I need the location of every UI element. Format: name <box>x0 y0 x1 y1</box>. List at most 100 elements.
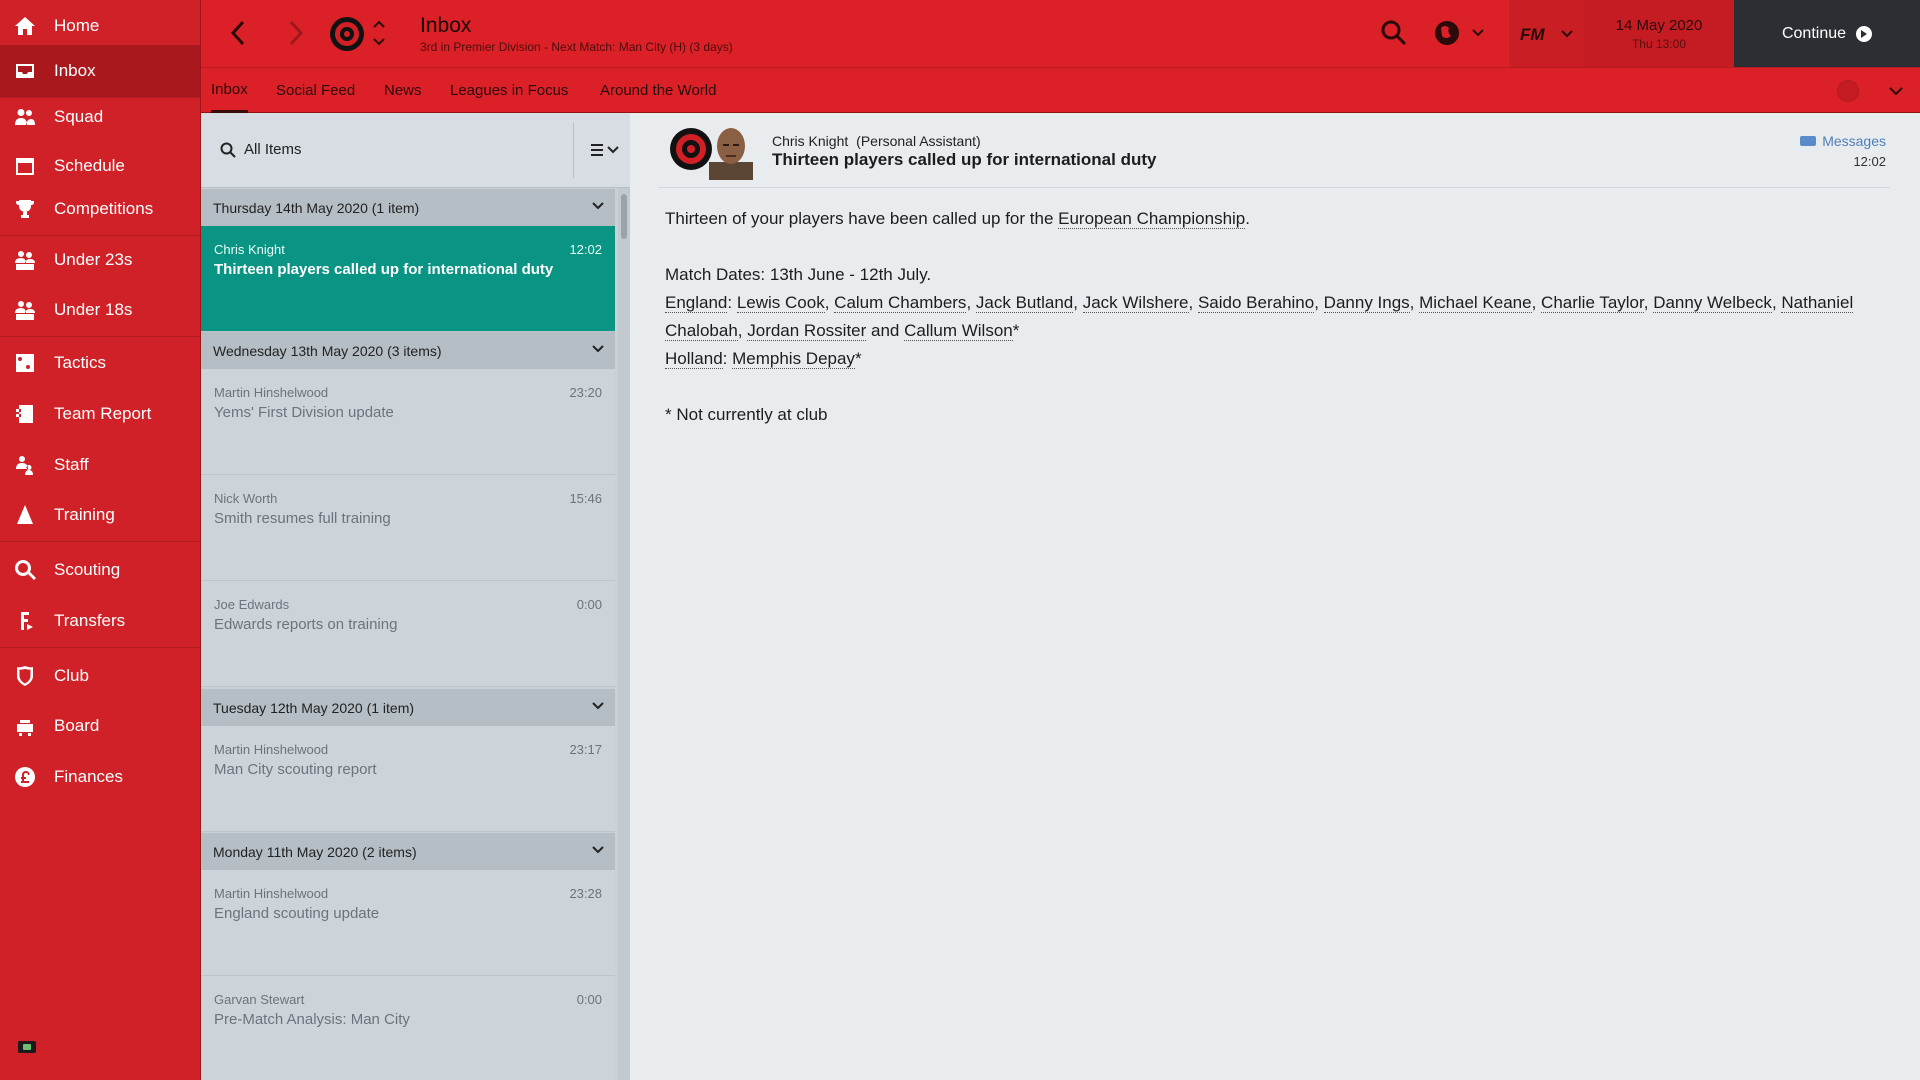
england-callups: England: Lewis Cook, Calum Chambers, Jac… <box>665 293 1854 341</box>
player-link[interactable]: Jordan Rossiter <box>747 321 867 341</box>
chevron-down-icon[interactable] <box>591 845 605 855</box>
nation-link[interactable]: England <box>665 293 728 313</box>
tag-icon <box>1800 136 1817 146</box>
date-group-header[interactable]: Wednesday 13th May 2020 (3 items) <box>201 332 615 369</box>
player-link[interactable]: Danny Welbeck <box>1653 293 1772 313</box>
sidebar-item-label: Under 18s <box>54 300 133 319</box>
expand-chevron-icon[interactable] <box>1887 82 1907 102</box>
footnote: * Not currently at club <box>665 405 828 424</box>
message-sender[interactable]: Chris Knight (Personal Assistant) <box>772 133 981 149</box>
player-link[interactable]: Danny Ings <box>1323 293 1410 313</box>
sidebar-item-tactics[interactable]: Tactics <box>0 337 200 389</box>
fm-menu-button[interactable]: FM <box>1509 0 1591 67</box>
player-link[interactable]: Saido Berahino <box>1197 293 1315 313</box>
player-link[interactable]: Charlie Taylor <box>1541 293 1644 313</box>
report-icon <box>12 401 38 427</box>
message-list-item[interactable]: Chris Knight 12:02 Thirteen players call… <box>201 226 615 332</box>
chevron-down-icon[interactable] <box>591 344 605 354</box>
home-icon <box>12 13 38 39</box>
sender-name[interactable]: Chris Knight <box>772 133 848 149</box>
player-link[interactable]: Jack Butland <box>975 293 1074 313</box>
message-list-item[interactable]: Martin Hinshelwood 23:20 Yems' First Div… <box>201 369 615 475</box>
staff-icon <box>12 452 38 478</box>
sidebar-item-under-23s[interactable]: Under 23s <box>0 234 200 286</box>
body-intro: Thirteen of your players have been calle… <box>665 209 1250 229</box>
forward-button[interactable] <box>281 18 311 48</box>
sidebar-item-scouting[interactable]: Scouting <box>0 544 200 596</box>
filter-label[interactable]: All Items <box>244 141 302 158</box>
tab-social-feed[interactable]: Social Feed <box>276 68 355 113</box>
sidebar-item-training[interactable]: Training <box>0 489 200 541</box>
sender-role: (Personal Assistant) <box>856 133 981 149</box>
message-list-item[interactable]: Martin Hinshelwood 23:17 Man City scouti… <box>201 726 615 832</box>
list-options-icon[interactable] <box>589 141 623 159</box>
training-icon <box>12 502 38 528</box>
scrollbar-thumb[interactable] <box>621 194 627 239</box>
date-group-header[interactable]: Thursday 14th May 2020 (1 item) <box>201 189 615 226</box>
continue-button[interactable]: Continue <box>1734 0 1920 67</box>
sidebar-item-label: Training <box>54 505 115 524</box>
player-link[interactable]: Michael Keane <box>1419 293 1532 313</box>
continue-label: Continue <box>1781 24 1847 42</box>
sidebar-item-club[interactable]: Club <box>0 650 200 702</box>
nation-link[interactable]: Holland <box>665 349 723 369</box>
chevron-down-icon[interactable] <box>591 701 605 711</box>
sidebar-item-label: Home <box>54 16 100 35</box>
message-list-item[interactable]: Nick Worth 15:46 Smith resumes full trai… <box>201 475 615 581</box>
sidebar-item-inbox[interactable]: Inbox <box>0 45 200 97</box>
sidebar-item-label: Team Report <box>54 404 152 423</box>
sidebar-item-finances[interactable]: Finances <box>0 751 200 803</box>
player-link[interactable]: Jack Wilshere <box>1082 293 1189 313</box>
club-switch-chevrons-icon[interactable] <box>371 16 387 50</box>
player-link[interactable]: Calum Chambers <box>834 293 967 313</box>
search-icon[interactable] <box>220 142 236 158</box>
tab-leagues-in-focus[interactable]: Leagues in Focus <box>450 68 568 113</box>
club-shield-icon <box>12 663 38 689</box>
continue-arrow-icon <box>1856 25 1873 42</box>
search-icon[interactable] <box>1379 18 1409 48</box>
date-group-header[interactable]: Monday 11th May 2020 (2 items) <box>201 833 615 870</box>
sender-photo <box>709 122 753 180</box>
sidebar-item-label: Inbox <box>54 61 96 80</box>
date-group-header[interactable]: Tuesday 12th May 2020 (1 item) <box>201 689 615 726</box>
player-link[interactable]: Callum Wilson <box>904 321 1013 341</box>
sidebar-item-label: Under 23s <box>54 250 133 269</box>
sidebar-item-competitions[interactable]: Competitions <box>0 183 200 235</box>
sidebar-item-team-report[interactable]: Team Report <box>0 388 200 440</box>
sidebar-item-squad[interactable]: Squad <box>0 91 200 143</box>
message-body: Thirteen of your players have been calle… <box>665 205 1865 429</box>
club-badge-icon[interactable] <box>329 16 365 52</box>
sidebar-item-label: Competitions <box>54 199 154 218</box>
message-category[interactable]: Messages <box>1800 133 1886 149</box>
chevron-down-icon[interactable] <box>591 201 605 211</box>
back-button[interactable] <box>223 18 253 48</box>
sidebar-item-board[interactable]: Board <box>0 700 200 752</box>
sidebar-item-staff[interactable]: Staff <box>0 439 200 491</box>
tab-news[interactable]: News <box>384 68 422 113</box>
tab-inbox[interactable]: Inbox <box>211 68 248 113</box>
sidebar-item-under-18s[interactable]: Under 18s <box>0 284 200 336</box>
list-scrollbar[interactable] <box>618 188 630 1080</box>
message-list-item[interactable]: Joe Edwards 0:00 Edwards reports on trai… <box>201 581 615 687</box>
status-icon[interactable] <box>18 1041 36 1053</box>
player-link[interactable]: Memphis Depay <box>732 349 855 369</box>
tab-around-the-world[interactable]: Around the World <box>600 68 716 113</box>
sidebar-item-label: Staff <box>54 455 89 474</box>
under18-icon <box>12 297 38 323</box>
world-menu-icon[interactable] <box>1433 18 1489 48</box>
page-subtitle: 3rd in Premier Division - Next Match: Ma… <box>420 40 733 54</box>
sidebar-item-label: Tactics <box>54 353 106 372</box>
date-display[interactable]: 14 May 2020 Thu 13:00 <box>1584 0 1734 67</box>
competition-link[interactable]: European Championship <box>1058 209 1246 229</box>
list-toolbar: All Items <box>201 113 630 188</box>
help-icon[interactable] <box>1837 80 1859 102</box>
message-list-item[interactable]: Martin Hinshelwood 23:28 England scoutin… <box>201 870 615 976</box>
message-list-item[interactable]: Garvan Stewart 0:00 Pre-Match Analysis: … <box>201 976 615 1080</box>
inbox-icon <box>12 58 38 84</box>
sidebar-item-label: Squad <box>54 107 104 126</box>
sidebar-item-transfers[interactable]: Transfers <box>0 595 200 647</box>
message-list-panel: All Items Thursday 14th May 2020 (1 item… <box>201 113 630 1080</box>
match-dates: Match Dates: 13th June - 12th July. <box>665 265 932 284</box>
sidebar: Home Inbox Squad Schedule Competitions Under … <box>0 0 201 1080</box>
player-link[interactable]: Lewis Cook <box>736 293 825 313</box>
